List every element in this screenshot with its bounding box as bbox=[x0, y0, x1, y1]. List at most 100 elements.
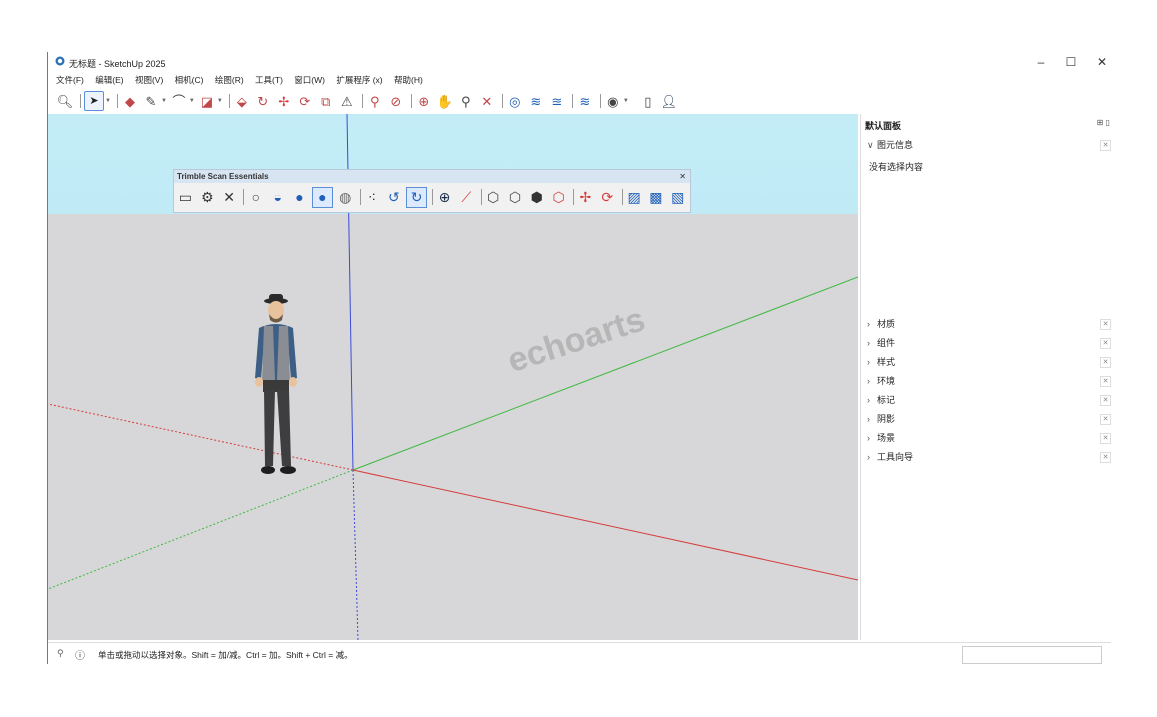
mesh-fill-icon[interactable]: ▩ bbox=[646, 188, 665, 207]
model-viewport[interactable]: echoarts Trimble Scan Essentials ✕ ▭ ⚙ ✕… bbox=[48, 114, 858, 640]
warehouse-icon[interactable]: ≋ bbox=[576, 92, 594, 110]
scan-toolbar-header[interactable]: Trimble Scan Essentials ✕ bbox=[174, 170, 690, 183]
tray-pin-icon[interactable]: ⊞ ▯ bbox=[1097, 118, 1110, 127]
hexagon-outline-icon[interactable]: ⬡ bbox=[484, 188, 503, 207]
close-icon[interactable]: ✕ bbox=[1100, 452, 1111, 463]
entity-info-section[interactable]: ∨ 图元信息 ✕ bbox=[867, 138, 1112, 152]
tray-section-shadows[interactable]: › 阴影 ✕ bbox=[867, 412, 1112, 426]
drop-filled-icon[interactable]: ● bbox=[290, 188, 309, 207]
point-scatter-icon[interactable]: ⁖ bbox=[363, 188, 382, 207]
zoom-icon[interactable]: ⚲ bbox=[457, 92, 475, 110]
close-icon[interactable]: ✕ bbox=[1100, 319, 1111, 330]
add-point-icon[interactable]: ⊕ bbox=[435, 188, 454, 207]
pan-icon[interactable]: ✋ bbox=[436, 92, 454, 110]
rotate-points-icon[interactable]: ⟳ bbox=[598, 188, 617, 207]
user-icon[interactable]: 👤︎ bbox=[660, 92, 678, 110]
tape-measure-icon[interactable]: ⚠ bbox=[338, 92, 356, 110]
scale-icon[interactable]: ⧉ bbox=[317, 92, 335, 110]
chevron-down-icon[interactable]: ▼ bbox=[189, 98, 195, 104]
scan-toolbar-title: Trimble Scan Essentials bbox=[177, 172, 269, 181]
drop-half-icon[interactable]: ◒ bbox=[268, 188, 287, 207]
search-icon[interactable]: 🔍︎ bbox=[56, 92, 74, 110]
rotate-icon[interactable]: ⟳ bbox=[296, 92, 314, 110]
snap-selected-icon[interactable]: ↻ bbox=[406, 186, 428, 208]
menu-view[interactable]: 视图(V) bbox=[135, 75, 163, 85]
account-icon[interactable]: ◉ bbox=[604, 92, 622, 110]
drop-outline-icon[interactable]: ○ bbox=[246, 188, 265, 207]
text-tool-icon[interactable]: ⊘ bbox=[387, 92, 405, 110]
close-icon[interactable]: ✕ bbox=[1100, 140, 1111, 151]
chevron-down-icon[interactable]: ▼ bbox=[105, 98, 111, 104]
menu-file[interactable]: 文件(F) bbox=[56, 75, 84, 85]
tray-section-components[interactable]: › 组件 ✕ bbox=[867, 336, 1112, 350]
hexagon-target-icon[interactable]: ⬡ bbox=[549, 188, 568, 207]
menu-camera[interactable]: 相机(C) bbox=[175, 75, 204, 85]
menu-help[interactable]: 帮助(H) bbox=[394, 75, 423, 85]
green-axis bbox=[352, 276, 858, 471]
close-icon[interactable]: ✕ bbox=[1100, 357, 1111, 368]
pencil-icon[interactable]: ✎ bbox=[142, 92, 160, 110]
tray-section-materials[interactable]: › 材质 ✕ bbox=[867, 317, 1112, 331]
sandbox-icon[interactable]: ◎ bbox=[506, 92, 524, 110]
paint-bucket-icon[interactable]: ⚲ bbox=[366, 92, 384, 110]
hexagon-filled-icon[interactable]: ⬢ bbox=[527, 188, 546, 207]
close-icon[interactable]: ✕ bbox=[1100, 433, 1111, 444]
window-title: 无标题 - SketchUp 2025 bbox=[69, 59, 166, 69]
close-icon[interactable]: ✕ bbox=[1100, 395, 1111, 406]
chevron-right-icon: › bbox=[867, 357, 870, 367]
rectangle-icon[interactable]: ◪ bbox=[198, 92, 216, 110]
status-message: 单击或拖动以选择对象。Shift = 加/减。Ctrl = 加。Shift + … bbox=[98, 650, 353, 660]
folder-icon[interactable]: ▭ bbox=[176, 188, 195, 207]
close-icon[interactable]: ✕ bbox=[1100, 338, 1111, 349]
maximize-button[interactable]: ☐ bbox=[1060, 54, 1082, 70]
arc-icon[interactable]: ⌒ bbox=[170, 92, 188, 110]
move-points-icon[interactable]: ✢ bbox=[576, 188, 595, 207]
trimble-scan-toolbar[interactable]: Trimble Scan Essentials ✕ ▭ ⚙ ✕ ○ ◒ ● ● … bbox=[173, 169, 691, 213]
close-icon[interactable]: ✕ bbox=[1100, 414, 1111, 425]
menu-tools[interactable]: 工具(T) bbox=[255, 75, 283, 85]
move-icon[interactable]: ✢ bbox=[275, 92, 293, 110]
blue-axis-bottom bbox=[352, 469, 359, 640]
toolbar-separator bbox=[359, 189, 361, 205]
offset-icon[interactable]: ↻ bbox=[254, 92, 272, 110]
drop-hatched-icon[interactable]: ◍ bbox=[336, 188, 355, 207]
zoom-extents-icon[interactable]: ✕ bbox=[478, 92, 496, 110]
tray-section-styles[interactable]: › 样式 ✕ bbox=[867, 355, 1112, 369]
mesh-icon[interactable]: ▨ bbox=[625, 188, 644, 207]
scan-toolbar-close-button[interactable]: ✕ bbox=[679, 170, 686, 183]
close-icon[interactable]: ✕ bbox=[1100, 376, 1111, 387]
line-points-icon[interactable]: ⟋ bbox=[457, 188, 476, 207]
menu-window[interactable]: 窗口(W) bbox=[294, 75, 325, 85]
drop-selected-icon[interactable]: ● bbox=[311, 186, 333, 208]
tray-section-instructor[interactable]: › 工具向导 ✕ bbox=[867, 450, 1112, 464]
gear-icon[interactable]: ⚙ bbox=[198, 188, 217, 207]
select-tool-icon[interactable]: ➤ bbox=[84, 91, 104, 111]
new-file-icon[interactable]: ▯ bbox=[639, 92, 657, 110]
tray-section-scenes[interactable]: › 场景 ✕ bbox=[867, 431, 1112, 445]
geo-location-icon[interactable]: ⚲ bbox=[57, 648, 64, 659]
chevron-down-icon[interactable]: ▼ bbox=[161, 98, 167, 104]
scan-toolbar-icons: ▭ ⚙ ✕ ○ ◒ ● ● ◍ ⁖ ↺ ↻ ⊕ ⟋ ⬡ ⬡ ⬢ ⬡ ✢ ⟳ ▨ … bbox=[174, 183, 690, 211]
menu-extensions[interactable]: 扩展程序 (x) bbox=[336, 75, 382, 85]
orbit-icon[interactable]: ⊕ bbox=[415, 92, 433, 110]
snap-icon[interactable]: ↺ bbox=[384, 188, 403, 207]
tray-section-environment[interactable]: › 环境 ✕ bbox=[867, 374, 1112, 388]
close-icon[interactable]: ✕ bbox=[220, 188, 239, 207]
push-pull-icon[interactable]: ⬙ bbox=[233, 92, 251, 110]
menu-draw[interactable]: 绘图(R) bbox=[215, 75, 244, 85]
chevron-right-icon: › bbox=[867, 376, 870, 386]
hexagon-cloud-icon[interactable]: ⬡ bbox=[506, 188, 525, 207]
menu-edit[interactable]: 编辑(E) bbox=[95, 75, 123, 85]
tray-section-tags[interactable]: › 标记 ✕ bbox=[867, 393, 1112, 407]
mesh-export-icon[interactable]: ▧ bbox=[668, 188, 687, 207]
minimize-button[interactable]: – bbox=[1030, 54, 1052, 70]
terrain-icon[interactable]: ≊ bbox=[548, 92, 566, 110]
layers-icon[interactable]: ≋ bbox=[527, 92, 545, 110]
measurements-box[interactable] bbox=[962, 646, 1102, 664]
eraser-icon[interactable]: ◆ bbox=[121, 92, 139, 110]
chevron-right-icon: › bbox=[867, 414, 870, 424]
chevron-down-icon[interactable]: ▼ bbox=[217, 98, 223, 104]
chevron-down-icon[interactable]: ▼ bbox=[623, 98, 629, 104]
close-button[interactable]: ✕ bbox=[1091, 54, 1113, 70]
info-icon[interactable]: ⓘ bbox=[75, 647, 85, 662]
